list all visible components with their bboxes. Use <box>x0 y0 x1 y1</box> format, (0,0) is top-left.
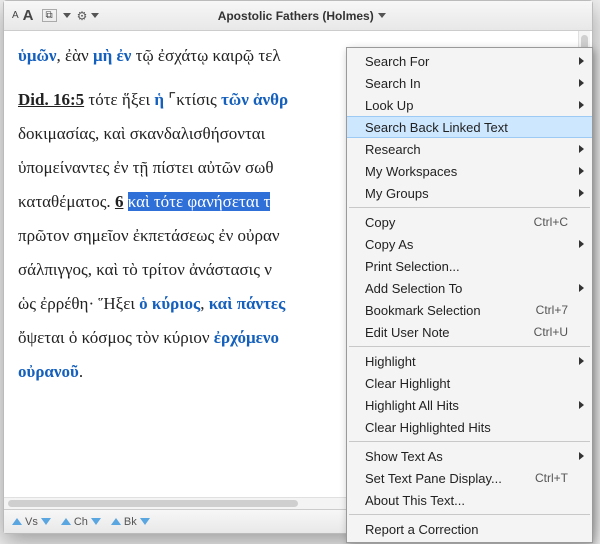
menu-item-label: Clear Highlighted Hits <box>365 420 491 435</box>
menu-item[interactable]: Research <box>347 138 592 160</box>
menu-shortcut: Ctrl+U <box>534 325 568 339</box>
menu-separator <box>349 346 590 347</box>
submenu-arrow-icon <box>579 240 584 248</box>
menu-item-label: Highlight All Hits <box>365 398 459 413</box>
menu-item-label: Search Back Linked Text <box>365 120 508 135</box>
verse-nav: Vs <box>12 516 51 528</box>
menu-separator <box>349 207 590 208</box>
menu-item[interactable]: Report a Correction <box>347 518 592 540</box>
menu-item[interactable]: Clear Highlighted Hits <box>347 416 592 438</box>
menu-item[interactable]: About This Text... <box>347 489 592 511</box>
nav-label: Bk <box>124 516 137 528</box>
submenu-arrow-icon <box>579 57 584 65</box>
toolbar: A A ⧉ Apostolic Fathers (Holmes) <box>4 1 592 31</box>
next-chapter-button[interactable] <box>91 518 101 525</box>
menu-item[interactable]: Show Text As <box>347 445 592 467</box>
menu-item[interactable]: My Groups <box>347 182 592 204</box>
submenu-arrow-icon <box>579 189 584 197</box>
menu-item[interactable]: Add Selection To <box>347 277 592 299</box>
paragraph-options-button[interactable]: ⧉ <box>42 9 57 22</box>
menu-item-label: Highlight <box>365 354 416 369</box>
source-title: Apostolic Fathers (Holmes) <box>218 9 374 23</box>
chevron-down-icon <box>91 13 99 18</box>
menu-item[interactable]: Copy Ctrl+C <box>347 211 592 233</box>
menu-item-label: Set Text Pane Display... <box>365 471 502 486</box>
selected-text[interactable]: καὶ τότε φανήσεται τ <box>128 192 271 211</box>
menu-item-label: Copy As <box>365 237 413 252</box>
menu-item-label: Edit User Note <box>365 325 450 340</box>
menu-item-label: Print Selection... <box>365 259 460 274</box>
prev-chapter-button[interactable] <box>61 518 71 525</box>
menu-separator <box>349 514 590 515</box>
menu-item[interactable]: Clear Highlight <box>347 372 592 394</box>
menu-item-label: Clear Highlight <box>365 376 450 391</box>
font-smaller-button[interactable]: A <box>12 10 19 21</box>
menu-item-label: Search In <box>365 76 421 91</box>
menu-item-label: Add Selection To <box>365 281 462 296</box>
submenu-arrow-icon <box>579 452 584 460</box>
submenu-arrow-icon <box>579 167 584 175</box>
nav-label: Vs <box>25 516 38 528</box>
menu-shortcut: Ctrl+T <box>535 471 568 485</box>
menu-item-label: Copy <box>365 215 395 230</box>
submenu-arrow-icon <box>579 79 584 87</box>
menu-item-label: My Workspaces <box>365 164 457 179</box>
menu-item[interactable]: Highlight All Hits <box>347 394 592 416</box>
scrollbar-thumb[interactable] <box>8 500 298 507</box>
menu-item-label: Report a Correction <box>365 522 478 537</box>
menu-item[interactable]: Search Back Linked Text <box>347 116 592 138</box>
next-verse-button[interactable] <box>41 518 51 525</box>
menu-item[interactable]: Edit User Note Ctrl+U <box>347 321 592 343</box>
menu-item-label: Bookmark Selection <box>365 303 481 318</box>
menu-item-label: Research <box>365 142 421 157</box>
menu-item-label: Show Text As <box>365 449 443 464</box>
menu-item[interactable]: Look Up <box>347 94 592 116</box>
chapter-nav: Ch <box>61 516 101 528</box>
menu-separator <box>349 441 590 442</box>
menu-item[interactable]: Copy As <box>347 233 592 255</box>
menu-item[interactable]: My Workspaces <box>347 160 592 182</box>
menu-shortcut: Ctrl+C <box>534 215 568 229</box>
font-larger-button[interactable]: A <box>23 7 34 24</box>
chevron-down-icon <box>378 13 386 18</box>
next-book-button[interactable] <box>140 518 150 525</box>
menu-item[interactable]: Bookmark Selection Ctrl+7 <box>347 299 592 321</box>
nav-label: Ch <box>74 516 88 528</box>
prev-book-button[interactable] <box>111 518 121 525</box>
submenu-arrow-icon <box>579 145 584 153</box>
menu-item[interactable]: Print Selection... <box>347 255 592 277</box>
menu-item[interactable]: Set Text Pane Display... Ctrl+T <box>347 467 592 489</box>
menu-item[interactable]: Search For <box>347 50 592 72</box>
menu-item-label: Search For <box>365 54 429 69</box>
menu-item-label: My Groups <box>365 186 429 201</box>
submenu-arrow-icon <box>579 401 584 409</box>
submenu-arrow-icon <box>579 284 584 292</box>
chevron-down-icon <box>63 13 71 18</box>
menu-shortcut: Ctrl+7 <box>536 303 568 317</box>
menu-item[interactable]: Search In <box>347 72 592 94</box>
book-nav: Bk <box>111 516 150 528</box>
menu-item-label: About This Text... <box>365 493 465 508</box>
verse-reference[interactable]: Did. 16:5 <box>18 90 84 109</box>
submenu-arrow-icon <box>579 357 584 365</box>
menu-item-label: Look Up <box>365 98 413 113</box>
gear-icon[interactable] <box>77 9 88 23</box>
submenu-arrow-icon <box>579 101 584 109</box>
source-title-dropdown[interactable]: Apostolic Fathers (Holmes) <box>99 9 504 23</box>
menu-item[interactable]: Highlight <box>347 350 592 372</box>
context-menu: Search For Search In Look Up Search Back Li… <box>346 47 593 543</box>
prev-verse-button[interactable] <box>12 518 22 525</box>
